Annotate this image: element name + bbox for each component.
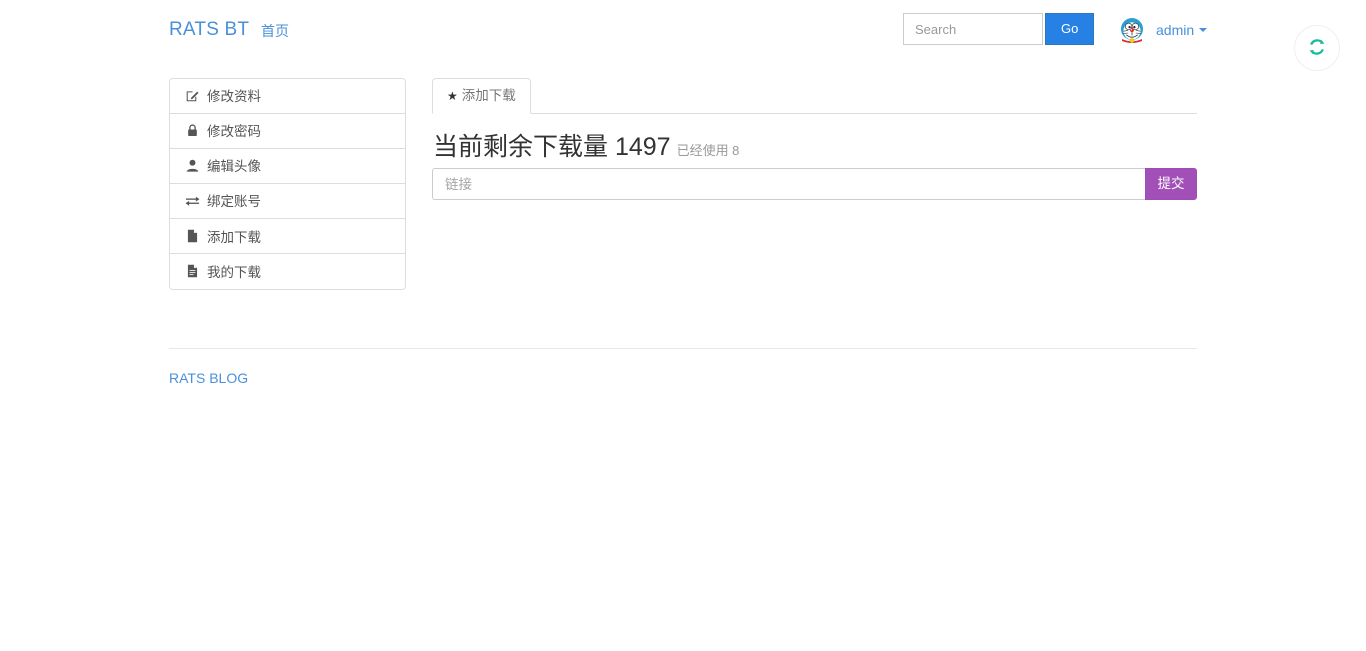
sidebar-item-label: 我的下载 [207, 265, 261, 280]
download-link-input[interactable] [432, 168, 1145, 200]
user-icon [185, 159, 200, 175]
page-footer: RATS BLOG [169, 348, 1197, 388]
caret-down-icon [1199, 28, 1208, 32]
sidebar-item-edit-avatar[interactable]: 编辑头像 [170, 149, 405, 184]
sidebar-item-label: 绑定账号 [207, 194, 261, 209]
file-text-icon [185, 264, 200, 281]
sidebar-item-label: 添加下载 [207, 230, 261, 245]
sidebar-item-label: 修改密码 [207, 124, 261, 139]
sidebar-item-my-downloads[interactable]: 我的下载 [170, 254, 405, 289]
tab-add-download[interactable]: ★ 添加下载 [432, 78, 531, 114]
star-icon: ★ [447, 89, 458, 103]
sidebar-item-add-download[interactable]: 添加下载 [170, 219, 405, 254]
refresh-button[interactable] [1294, 25, 1340, 71]
sidebar-item-change-password[interactable]: 修改密码 [170, 114, 405, 149]
brand-logo-link[interactable]: RATS BT [169, 18, 249, 42]
account-sidebar: 修改资料 修改密码 编辑头像 绑定账号 添加下载 我的下载 [169, 78, 406, 290]
sidebar-item-edit-profile[interactable]: 修改资料 [170, 79, 405, 114]
search-input[interactable] [903, 13, 1043, 45]
exchange-arrows-icon [185, 195, 200, 210]
refresh-icon [1307, 37, 1327, 60]
edit-square-icon [185, 89, 200, 105]
search-go-button[interactable]: Go [1045, 13, 1095, 45]
sidebar-item-label: 修改资料 [207, 89, 261, 104]
used-quota-text: 已经使用 8 [676, 143, 740, 158]
top-navbar: RATS BT 首页 Go [0, 0, 1366, 58]
lock-icon [185, 124, 200, 140]
tab-label: 添加下载 [461, 88, 516, 103]
download-quota-line: 当前剩余下载量 1497 已经使用 8 [433, 132, 739, 162]
user-name-label: admin [1156, 22, 1195, 38]
doraemon-avatar-icon [1117, 15, 1147, 45]
sidebar-item-bind-account[interactable]: 绑定账号 [170, 184, 405, 219]
footer-blog-link[interactable]: RATS BLOG [169, 370, 248, 386]
sidebar-item-label: 编辑头像 [207, 159, 261, 174]
tab-bar: ★ 添加下载 [432, 78, 1197, 114]
nav-item-home[interactable]: 首页 [261, 21, 289, 41]
main-panel: ★添加下载 当前剩余下载量 1497 已经使用 8 提交 [432, 78, 1197, 200]
search-form: Go [903, 13, 1095, 45]
user-menu[interactable]: admin [1117, 14, 1208, 46]
remaining-quota-text: 当前剩余下载量 1497 [433, 133, 671, 161]
add-download-form: 提交 [432, 168, 1197, 200]
submit-button[interactable]: 提交 [1145, 168, 1197, 200]
file-icon [185, 229, 200, 246]
